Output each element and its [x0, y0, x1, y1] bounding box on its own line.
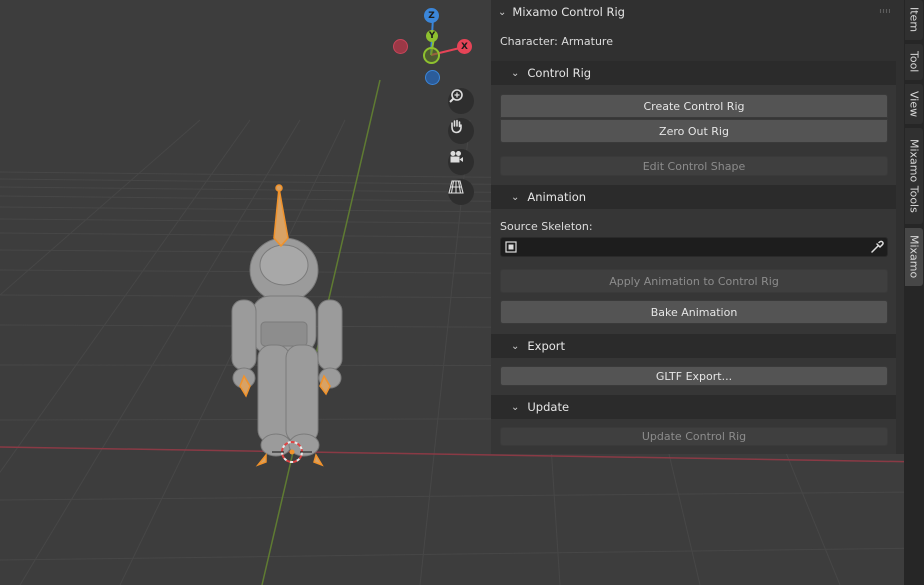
tab-mixamo-tools-label: Mixamo Tools: [907, 139, 921, 213]
chevron-down-icon: ⌄: [511, 191, 520, 203]
tab-mixamo[interactable]: Mixamo: [905, 228, 923, 286]
drag-grip-icon[interactable]: [879, 9, 890, 13]
armature-object-icon: [505, 241, 517, 253]
chevron-down-icon: ⌄: [498, 6, 507, 18]
tab-item[interactable]: Item: [905, 0, 923, 40]
camera-view-button[interactable]: [448, 149, 474, 175]
neg-x-axis-ball[interactable]: [393, 39, 408, 54]
sidebar-panel: ⌄ Mixamo Control Rig Character: Armature…: [491, 0, 904, 454]
tab-tool[interactable]: Tool: [905, 44, 923, 80]
neg-y-axis-ball[interactable]: [423, 47, 440, 64]
character-label: Character: Armature: [500, 35, 613, 48]
tab-view[interactable]: View: [905, 84, 923, 124]
hand-icon: [451, 119, 462, 134]
chevron-down-icon: ⌄: [511, 340, 520, 352]
y-axis-ball[interactable]: Y: [426, 30, 438, 42]
tab-mixamo-label: Mixamo: [907, 235, 921, 279]
perspective-toggle-button[interactable]: [448, 179, 474, 205]
source-skeleton-label: Source Skeleton:: [500, 220, 593, 233]
tab-item-label: Item: [907, 7, 921, 33]
tab-mixamo-tools[interactable]: Mixamo Tools: [905, 128, 923, 224]
zoom-icon: [449, 89, 463, 103]
update-control-rig-button[interactable]: Update Control Rig: [500, 427, 888, 446]
control-rig-header-label: Control Rig: [527, 66, 592, 80]
tab-tool-label: Tool: [907, 51, 921, 73]
sidebar-tabs: Item Tool View Mixamo Tools Mixamo: [904, 0, 924, 585]
panel-title: Mixamo Control Rig: [512, 5, 625, 19]
edit-control-shape-button[interactable]: Edit Control Shape: [500, 156, 888, 176]
source-skeleton-field[interactable]: [500, 237, 888, 257]
control-rig-subpanel-header[interactable]: ⌄ Control Rig: [491, 61, 896, 85]
z-axis-label: Z: [428, 10, 435, 21]
grid-icon: [448, 180, 464, 194]
zero-out-rig-button[interactable]: Zero Out Rig: [500, 119, 888, 143]
z-axis-ball[interactable]: Z: [424, 8, 439, 23]
neg-z-axis-ball[interactable]: [425, 70, 440, 85]
x-axis-label: X: [461, 41, 468, 52]
export-subpanel-header[interactable]: ⌄ Export: [491, 334, 896, 358]
chevron-down-icon: ⌄: [511, 67, 520, 79]
animation-header-label: Animation: [527, 190, 587, 204]
camera-icon: [450, 151, 463, 163]
y-axis-label: Y: [428, 31, 436, 41]
animation-subpanel-header[interactable]: ⌄ Animation: [491, 185, 896, 209]
update-subpanel-header[interactable]: ⌄ Update: [491, 395, 896, 419]
gltf-export-button[interactable]: GLTF Export...: [500, 366, 888, 386]
x-axis-ball[interactable]: X: [457, 39, 472, 54]
export-header-label: Export: [527, 339, 566, 353]
create-control-rig-button[interactable]: Create Control Rig: [500, 94, 888, 118]
pan-button[interactable]: [448, 118, 474, 144]
chevron-down-icon: ⌄: [511, 401, 520, 413]
bake-animation-button[interactable]: Bake Animation: [500, 300, 888, 324]
panel-header[interactable]: ⌄ Mixamo Control Rig: [491, 0, 904, 24]
update-header-label: Update: [527, 400, 570, 414]
astronaut-model: [231, 237, 343, 457]
eyedropper-icon[interactable]: [870, 240, 884, 254]
zoom-button[interactable]: [448, 88, 474, 114]
tab-view-label: View: [907, 90, 921, 118]
apply-animation-button[interactable]: Apply Animation to Control Rig: [500, 269, 888, 293]
